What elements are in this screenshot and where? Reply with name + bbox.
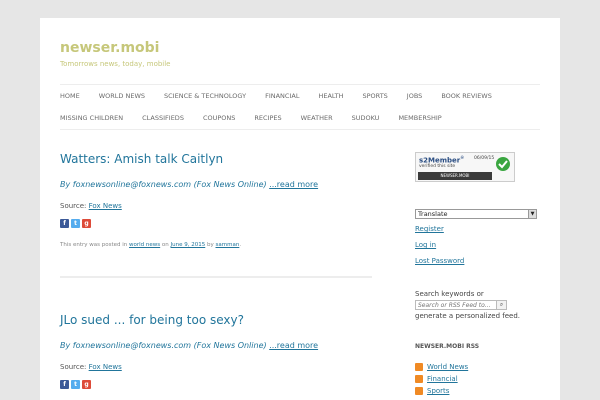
post-byline: By foxnewsonline@foxnews.com (Fox News O… [60, 341, 370, 350]
post-source: Source: Fox News [60, 363, 370, 371]
page: newser.mobi Tomorrows news, today, mobil… [40, 18, 560, 400]
source-link[interactable]: Fox News [89, 363, 122, 371]
nav-row-1: HOME WORLD NEWS SCIENCE & TECHNOLOGY FIN… [60, 85, 540, 107]
sidebar: s2Member® 06/09/15 verified this site NE… [415, 152, 545, 399]
lost-password-link[interactable]: Lost Password [415, 257, 545, 265]
site-tagline: Tomorrows news, today, mobile [60, 60, 171, 68]
post-title[interactable]: Watters: Amish talk Caitlyn [60, 152, 370, 166]
post-meta: This entry was posted in world news on J… [60, 242, 370, 248]
post-article: Watters: Amish talk Caitlyn By foxnewson… [60, 152, 370, 248]
badge-note: verified this site [419, 164, 456, 169]
rss-item: Financial [415, 375, 545, 383]
facebook-icon[interactable]: f [60, 219, 69, 228]
share-buttons: f t g [60, 219, 370, 228]
twitter-icon[interactable]: t [71, 380, 80, 389]
share-buttons: f t g [60, 380, 370, 389]
badge-date: 06/09/15 [474, 156, 495, 161]
post-byline: By foxnewsonline@foxnews.com (Fox News O… [60, 180, 370, 189]
post-divider [60, 276, 372, 278]
rss-item: World News [415, 363, 545, 371]
nav-item-health[interactable]: HEALTH [318, 92, 343, 100]
search-input[interactable] [415, 300, 497, 310]
nav-item-sudoku[interactable]: SUDOKU [352, 114, 380, 122]
search-icon[interactable]: ⌕ [497, 300, 507, 310]
date-link[interactable]: June 9, 2015 [171, 242, 206, 248]
translate-label: Translate [418, 210, 448, 218]
site-title[interactable]: newser.mobi [60, 40, 159, 56]
rss-link-world-news[interactable]: World News [427, 363, 468, 371]
google-plus-icon[interactable]: g [82, 219, 91, 228]
post-byline-text: By foxnewsonline@foxnews.com (Fox News O… [60, 341, 267, 350]
nav-item-sports[interactable]: SPORTS [362, 92, 387, 100]
rss-link-sports[interactable]: Sports [427, 387, 449, 395]
translate-select[interactable]: Translate ▼ [415, 209, 537, 219]
nav-item-classifieds[interactable]: CLASSIFIEDS [142, 114, 184, 122]
read-more-link[interactable]: ...read more [269, 341, 318, 350]
rss-item: Sports [415, 387, 545, 395]
post-title[interactable]: JLo sued ... for being too sexy? [60, 313, 370, 327]
nav-item-recipes[interactable]: RECIPES [254, 114, 281, 122]
verified-check-icon [496, 157, 510, 171]
source-label: Source: [60, 363, 87, 371]
nav-item-weather[interactable]: WEATHER [301, 114, 333, 122]
nav-item-coupons[interactable]: COUPONS [203, 114, 235, 122]
post-article: JLo sued ... for being too sexy? By foxn… [60, 313, 370, 389]
nav-row-2: MISSING CHILDREN CLASSIFIEDS COUPONS REC… [60, 107, 540, 129]
author-link[interactable]: samman [216, 242, 240, 248]
rss-icon [415, 363, 423, 371]
nav-item-science-technology[interactable]: SCIENCE & TECHNOLOGY [164, 92, 246, 100]
meta-prefix: This entry was posted in [60, 242, 128, 248]
search-label: Search keywords or [415, 290, 484, 298]
google-plus-icon[interactable]: g [82, 380, 91, 389]
search-row: ⌕ [415, 300, 545, 310]
twitter-icon[interactable]: t [71, 219, 80, 228]
nav-item-home[interactable]: HOME [60, 92, 80, 100]
rss-icon [415, 375, 423, 383]
badge-brand: s2Member® [419, 155, 465, 165]
meta-on: on [161, 242, 169, 248]
source-label: Source: [60, 202, 87, 210]
rss-link-financial[interactable]: Financial [427, 375, 458, 383]
post-source: Source: Fox News [60, 202, 370, 210]
rss-heading: NEWSER.MOBI RSS [415, 343, 480, 350]
nav-item-jobs[interactable]: JOBS [407, 92, 423, 100]
read-more-link[interactable]: ...read more [269, 180, 318, 189]
post-byline-text: By foxnewsonline@foxnews.com (Fox News O… [60, 180, 267, 189]
chevron-down-icon: ▼ [528, 210, 536, 218]
meta-end: . [239, 242, 242, 248]
register-link[interactable]: Register [415, 225, 545, 233]
source-link[interactable]: Fox News [89, 202, 122, 210]
nav-item-book-reviews[interactable]: BOOK REVIEWS [441, 92, 492, 100]
rss-icon [415, 387, 423, 395]
search-after-text: generate a personalized feed. [415, 312, 521, 320]
nav-item-missing-children[interactable]: MISSING CHILDREN [60, 114, 123, 122]
category-link[interactable]: world news [129, 242, 160, 248]
meta-by: by [207, 242, 214, 248]
nav-item-membership[interactable]: MEMBERSHIP [398, 114, 441, 122]
main-nav: HOME WORLD NEWS SCIENCE & TECHNOLOGY FIN… [60, 84, 540, 130]
login-link[interactable]: Log in [415, 241, 545, 249]
rss-list: World News Financial Sports [415, 363, 545, 395]
facebook-icon[interactable]: f [60, 380, 69, 389]
s2member-badge[interactable]: s2Member® 06/09/15 verified this site NE… [415, 152, 515, 182]
nav-item-world-news[interactable]: WORLD NEWS [99, 92, 145, 100]
nav-item-financial[interactable]: FINANCIAL [265, 92, 299, 100]
badge-strip: NEWSER.MOBI [418, 172, 492, 180]
